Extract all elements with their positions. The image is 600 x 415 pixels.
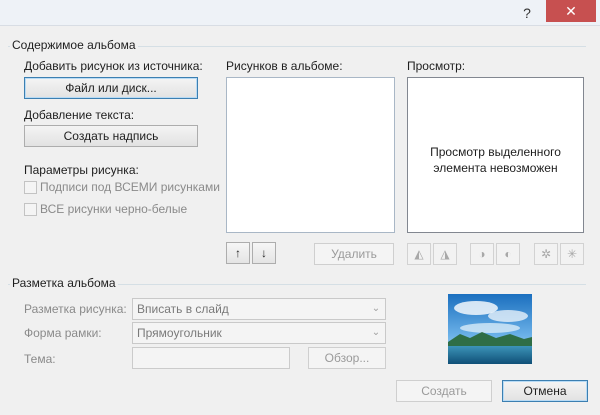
title-bar <box>0 0 600 26</box>
brightness-up-icon[interactable]: ✲ <box>534 243 558 265</box>
frame-shape-select[interactable]: Прямоугольник ⌄ <box>132 322 386 344</box>
album-content-group-title: Содержимое альбома <box>10 38 138 52</box>
preview-label: Просмотр: <box>407 59 466 73</box>
picture-layout-value: Вписать в слайд <box>137 302 229 316</box>
move-up-button[interactable]: ↑ <box>226 242 250 264</box>
preview-box: Просмотр выделенного элемента невозможен <box>407 77 584 233</box>
move-down-button[interactable]: ↓ <box>252 242 276 264</box>
layout-preview-thumbnail <box>448 294 532 364</box>
new-textbox-button[interactable]: Создать надпись <box>24 125 198 147</box>
insert-text-label: Добавление текста: <box>24 108 135 122</box>
file-disk-button[interactable]: Файл или диск... <box>24 77 198 99</box>
create-button[interactable]: Создать <box>396 380 492 402</box>
picture-layout-label: Разметка рисунка: <box>24 302 127 316</box>
picture-options-label: Параметры рисунка: <box>24 163 139 177</box>
preview-message: Просмотр выделенного элемента невозможен <box>430 145 561 175</box>
pictures-in-album-label: Рисунков в альбоме: <box>226 59 343 73</box>
rotate-left-icon[interactable]: ◭ <box>407 243 431 265</box>
chevron-down-icon: ⌄ <box>371 303 381 314</box>
cancel-button[interactable]: Отмена <box>502 380 588 402</box>
bw-checkbox[interactable] <box>24 203 37 216</box>
close-button[interactable]: ✕ <box>546 0 596 22</box>
captions-checkbox[interactable] <box>24 181 37 194</box>
album-layout-group-title: Разметка альбома <box>10 276 118 290</box>
insert-from-label: Добавить рисунок из источника: <box>24 59 203 73</box>
help-button[interactable]: ? <box>512 2 542 24</box>
remove-button[interactable]: Удалить <box>314 243 394 265</box>
theme-input[interactable] <box>132 347 290 369</box>
pictures-listbox[interactable] <box>226 77 395 233</box>
frame-shape-value: Прямоугольник <box>137 326 222 340</box>
picture-layout-select[interactable]: Вписать в слайд ⌄ <box>132 298 386 320</box>
frame-shape-label: Форма рамки: <box>24 326 102 340</box>
rotate-right-icon[interactable]: ◮ <box>433 243 457 265</box>
theme-label: Тема: <box>24 352 56 366</box>
captions-checkbox-label: Подписи под ВСЕМИ рисунками <box>40 180 220 194</box>
brightness-down-icon[interactable]: ✳ <box>560 243 584 265</box>
contrast-down-icon[interactable]: ◐ <box>496 243 520 265</box>
contrast-up-icon[interactable]: ◑ <box>470 243 494 265</box>
chevron-down-icon: ⌄ <box>371 327 381 338</box>
browse-button[interactable]: Обзор... <box>308 347 386 369</box>
bw-checkbox-label: ВСЕ рисунки черно-белые <box>40 202 188 216</box>
